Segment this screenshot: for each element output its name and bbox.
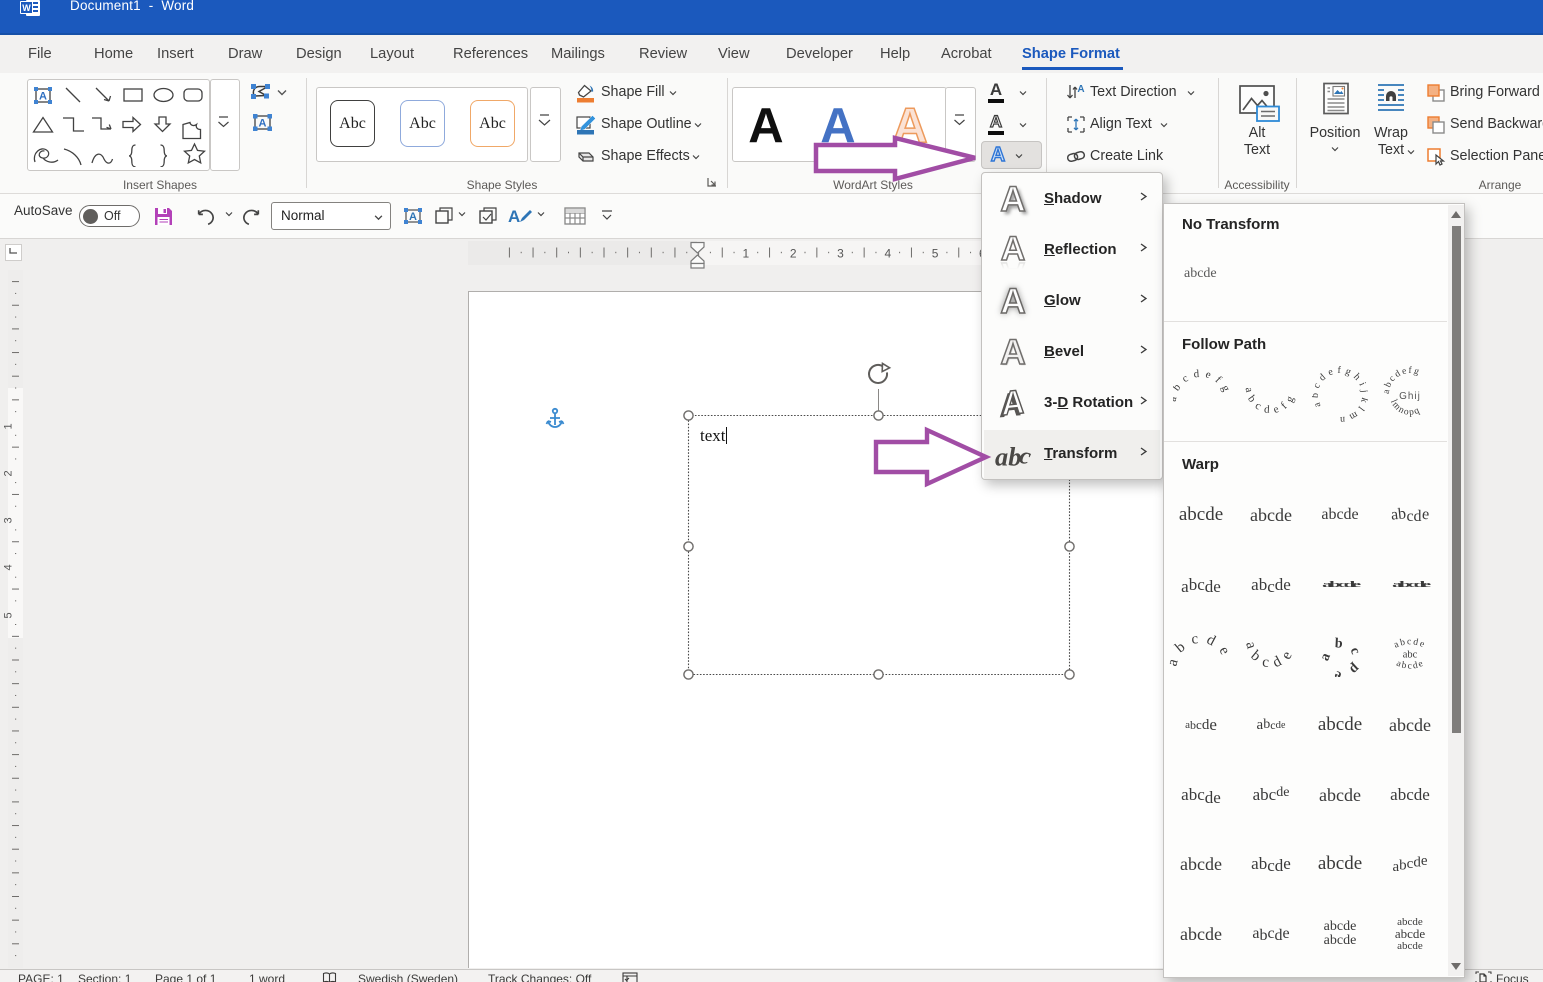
svg-text:abcdefghijklmn: abcdefghijklmn [1312, 365, 1368, 425]
svg-text:3: 3 [837, 247, 844, 261]
svg-text:A: A [39, 91, 47, 103]
svg-text:abcde: abcde [1168, 633, 1234, 668]
svg-text:Ghij: Ghij [1399, 391, 1421, 402]
svg-text:abc: abc [1403, 650, 1418, 661]
svg-text:abcpe: abcpe [1317, 636, 1365, 677]
svg-text:abcdefg: abcdefg [1173, 368, 1229, 403]
svg-text:W: W [22, 3, 31, 13]
svg-text:4: 4 [884, 247, 891, 261]
svg-text:2: 2 [790, 247, 797, 261]
svg-text:A: A [508, 207, 520, 226]
svg-text:A: A [259, 118, 267, 130]
svg-text:5: 5 [932, 247, 939, 261]
svg-text:A: A [409, 211, 417, 223]
svg-text:1: 1 [743, 247, 750, 261]
svg-text:abcdefg: abcdefg [1243, 386, 1299, 416]
svg-text:A: A [1077, 84, 1084, 95]
svg-text:abcde: abcde [1242, 640, 1299, 672]
